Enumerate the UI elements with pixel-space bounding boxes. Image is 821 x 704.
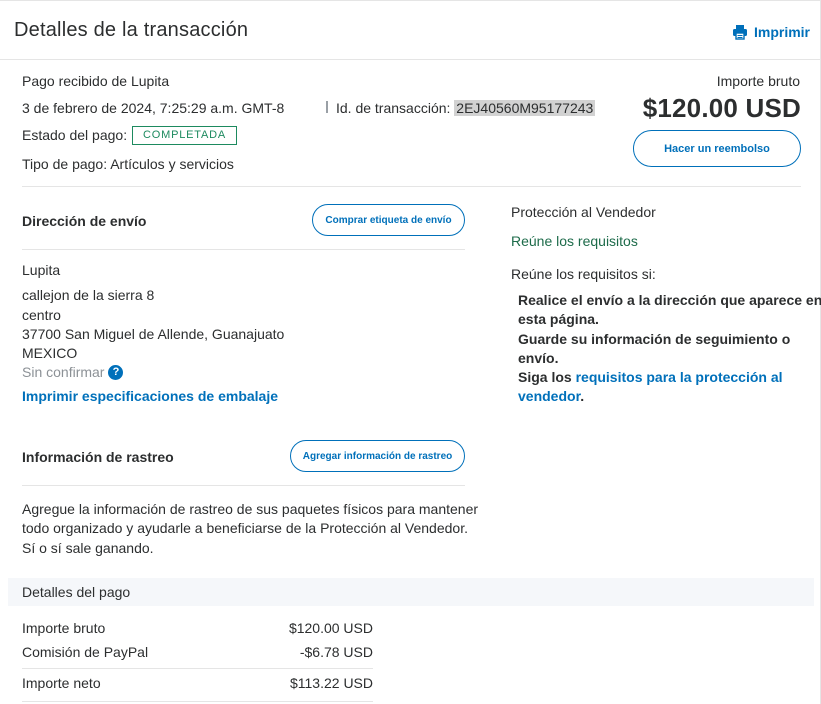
shipping-address-line3: 37700 San Miguel de Allende, Guanajuato [22, 326, 285, 342]
requirement-1-line1: Realice el envío a la dirección que apar… [518, 292, 821, 308]
page-header: Detalles de la transacción Imprimir [0, 0, 821, 60]
print-label: Imprimir [753, 24, 810, 40]
requirement-3-line2: vendedor. [518, 388, 584, 404]
tracking-description-line2: todo organizado y ayudarle a beneficiars… [22, 520, 468, 536]
detail-row-label: Importe bruto [22, 620, 106, 636]
print-button[interactable]: Imprimir [732, 24, 810, 40]
printer-icon [732, 25, 747, 40]
payment-type: Tipo de pago: Artículos y servicios [22, 156, 234, 172]
shipping-country: MEXICO [22, 345, 78, 361]
transaction-id-row: Id. de transacción: 2EJ40560M95177243 [336, 100, 596, 116]
tracking-description-line1: Agregue la información de rastreo de sus… [22, 501, 479, 517]
refund-button[interactable]: Hacer un reembolso [633, 130, 801, 167]
transaction-id-value[interactable]: 2EJ40560M95177243 [454, 100, 596, 116]
detail-row-label: Comisión de PayPal [22, 644, 149, 660]
payment-status-label: Estado del pago: [22, 127, 128, 143]
transaction-date: 3 de febrero de 2024, 7:25:29 a.m. GMT-8 [22, 100, 285, 116]
requirement-2-line2: envío. [518, 350, 559, 366]
seller-protection-intro: Reúne los requisitos si: [511, 266, 656, 282]
requirement-3-line1: Siga los requisitos para la protección a… [518, 369, 783, 385]
gross-amount: $120.00 USD [642, 93, 801, 123]
payment-details-heading: Detalles del pago [22, 584, 131, 600]
detail-row-value: -$6.78 USD [299, 644, 373, 660]
detail-row-value: $120.00 USD [288, 620, 373, 636]
shipping-divider [22, 249, 465, 250]
print-packing-specs-link[interactable]: Imprimir especificaciones de embalaje [22, 388, 278, 404]
requirement-1-line2: esta página. [518, 311, 599, 327]
status-badge: COMPLETADA [132, 126, 237, 145]
tracking-divider [22, 485, 465, 486]
gross-amount-label: Importe bruto [716, 73, 800, 89]
seller-protection-requirements-link-cont[interactable]: vendedor [518, 388, 580, 404]
separator [326, 101, 328, 113]
shipping-address-line2: centro [22, 307, 61, 323]
detail-row-value: $113.22 USD [289, 675, 373, 691]
summary-divider [22, 186, 801, 187]
unconfirmed-label: Sin confirmar [22, 364, 105, 380]
tracking-heading: Información de rastreo [22, 449, 174, 465]
shipping-heading: Dirección de envío [22, 213, 147, 229]
address-status: Sin confirmar? [22, 364, 124, 381]
tracking-description-line3: Sí o sí sale ganando. [22, 540, 154, 556]
received-from: Pago recibido de Lupita [22, 73, 170, 89]
payment-details-divider [22, 668, 373, 669]
question-icon[interactable]: ? [108, 364, 124, 380]
shipping-address-line1: callejon de la sierra 8 [22, 287, 155, 303]
seller-protection-status: Reúne los requisitos [511, 233, 638, 249]
requirement-2-line1: Guarde su información de seguimiento o [518, 331, 791, 347]
page-title: Detalles de la transacción [14, 19, 249, 41]
seller-protection-title: Protección al Vendedor [511, 204, 656, 220]
transaction-id-label: Id. de transacción: [336, 100, 451, 116]
detail-row-label: Importe neto [22, 675, 101, 691]
requirement-3-prefix: Siga los [518, 369, 576, 385]
requirement-3-suffix: . [580, 388, 585, 404]
shipping-name: Lupita [22, 262, 61, 278]
seller-protection-requirements-link[interactable]: requisitos para la protección al [576, 369, 783, 385]
add-tracking-button[interactable]: Agregar información de rastreo [290, 440, 465, 472]
buy-shipping-label-button[interactable]: Comprar etiqueta de envío [312, 204, 465, 236]
payment-details-bottom-divider [22, 701, 373, 702]
